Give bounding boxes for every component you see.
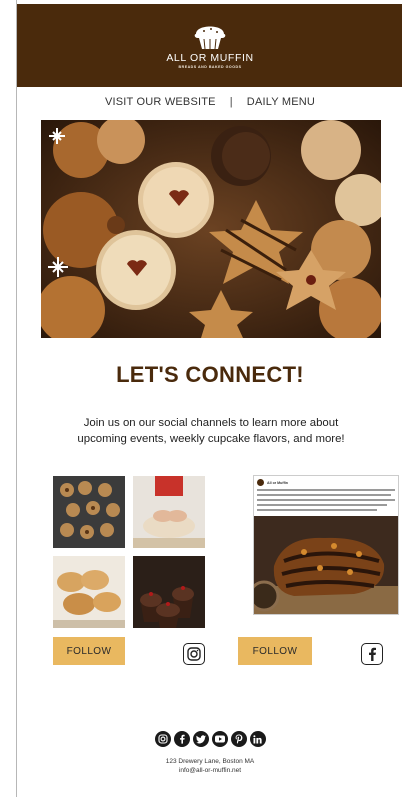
instagram-photo-2[interactable] (133, 476, 205, 548)
page-title: LET'S CONNECT! (116, 362, 304, 387)
instagram-photo-4[interactable] (133, 556, 205, 628)
footer-email-link[interactable]: info@all-or-muffin.net (17, 766, 402, 775)
instagram-photo-3[interactable] (53, 556, 125, 628)
intro-text: Join us on our social channels to learn … (77, 417, 345, 445)
facebook-icon[interactable] (173, 731, 190, 747)
instagram-photo-1[interactable] (53, 476, 125, 548)
post-text-lines (254, 487, 398, 517)
post-header: All or Muffin (254, 476, 398, 487)
linkedin-icon[interactable] (249, 731, 266, 747)
instagram-follow-button[interactable]: FOLLOW (53, 637, 125, 665)
visit-website-link[interactable]: VISIT OUR WEBSITE (105, 96, 216, 108)
facebook-post-preview[interactable]: All or Muffin (253, 475, 399, 615)
instagram-icon[interactable] (154, 731, 171, 747)
brand-tagline: BREADS AND BAKED GOODS (178, 65, 242, 69)
facebook-follow-button[interactable]: FOLLOW (238, 637, 312, 665)
twitter-icon[interactable] (192, 731, 209, 747)
pinterest-icon[interactable] (230, 731, 247, 747)
avatar (257, 479, 264, 486)
nav-separator: | (229, 96, 233, 108)
header-banner: ALL OR MUFFIN BREADS AND BAKED GOODS (17, 4, 402, 87)
top-nav: VISIT OUR WEBSITE | DAILY MENU (17, 96, 402, 108)
post-author: All or Muffin (267, 480, 288, 485)
post-image (254, 516, 398, 614)
email-frame: ALL OR MUFFIN BREADS AND BAKED GOODS VIS… (16, 0, 402, 797)
footer-address: 123 Drewery Lane, Boston MA (165, 758, 255, 765)
daily-menu-link[interactable]: DAILY MENU (247, 96, 315, 108)
youtube-icon[interactable] (211, 731, 228, 747)
footer-contact: 123 Drewery Lane, Boston MA info@all-or-… (17, 757, 402, 775)
brand-name: ALL OR MUFFIN (166, 52, 254, 64)
footer-social-icons (17, 731, 402, 747)
instagram-icon[interactable] (183, 643, 205, 665)
facebook-icon[interactable] (361, 643, 383, 665)
muffin-logo-icon (194, 26, 226, 50)
hero-cookies-image (41, 120, 381, 338)
